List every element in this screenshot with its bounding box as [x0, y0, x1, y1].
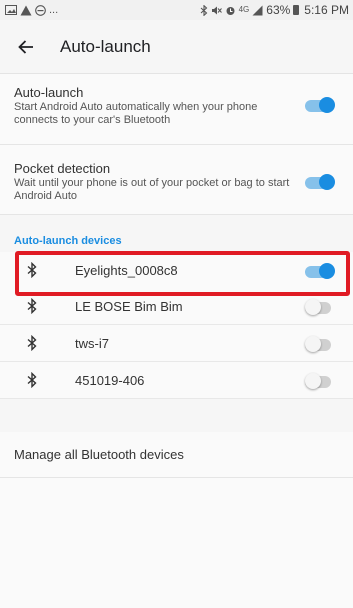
auto-launch-subtitle: Start Android Auto automatically when yo… [14, 101, 258, 126]
mute-icon [211, 6, 222, 14]
toggle-thumb [319, 174, 335, 190]
device-name: LE BOSE Bim Bim [75, 299, 183, 314]
status-time: 5:16 PM [304, 3, 349, 17]
page-title: Auto-launch [60, 36, 151, 56]
back-button[interactable] [0, 20, 52, 74]
gallery-icon [5, 5, 17, 15]
status-bar: ... 4G 63% 5:16 PM [0, 0, 353, 20]
device-name: tws-i7 [75, 336, 109, 351]
toggle-thumb [319, 263, 335, 279]
pocket-detection-title: Pocket detection [14, 161, 111, 176]
signal-icon [252, 5, 263, 15]
arrow-left-icon [18, 39, 33, 54]
device-toggle[interactable] [305, 299, 335, 315]
do-not-disturb-icon [35, 4, 46, 16]
device-name: Eyelights_0008c8 [75, 263, 178, 278]
empty-area [0, 478, 353, 608]
app-bar: Auto-launch [0, 20, 353, 74]
auto-launch-devices-header: Auto-launch devices [14, 235, 122, 247]
settings-content: Auto-launch Start Android Auto automatic… [0, 74, 353, 608]
toggle-thumb [305, 299, 321, 315]
device-row[interactable]: LE BOSE Bim Bim [0, 288, 353, 325]
auto-launch-setting[interactable]: Auto-launch Start Android Auto automatic… [0, 74, 353, 145]
device-toggle[interactable] [305, 263, 335, 279]
alarm-icon [226, 6, 235, 15]
toggle-thumb [305, 373, 321, 389]
device-row[interactable]: 451019-406 [0, 362, 353, 399]
pocket-detection-setting[interactable]: Pocket detection Wait until your phone i… [0, 145, 353, 215]
device-row[interactable]: tws-i7 [0, 325, 353, 362]
device-toggle[interactable] [305, 373, 335, 389]
pocket-detection-subtitle: Wait until your phone is out of your poc… [14, 177, 290, 202]
pocket-detection-toggle[interactable] [305, 174, 335, 190]
device-row[interactable]: Eyelights_0008c8 [0, 252, 353, 289]
manage-bluetooth-devices-label: Manage all Bluetooth devices [14, 447, 184, 462]
status-bar-left: ... [5, 3, 59, 16]
auto-launch-toggle[interactable] [305, 97, 335, 113]
bluetooth-icon [27, 262, 37, 278]
bluetooth-status-icon [200, 4, 207, 16]
status-bar-right: 4G 63% 5:16 PM [200, 3, 349, 17]
battery-percent: 63% [266, 3, 291, 17]
bluetooth-icon [27, 298, 37, 314]
network-type-label: 4G [238, 5, 250, 14]
device-toggle[interactable] [305, 336, 335, 352]
battery-icon [293, 5, 300, 15]
warning-icon [20, 5, 32, 15]
toggle-thumb [319, 97, 335, 113]
status-ellipsis: ... [49, 3, 59, 16]
toggle-thumb [305, 336, 321, 352]
device-name: 451019-406 [75, 373, 145, 388]
auto-launch-title: Auto-launch [14, 85, 84, 100]
bluetooth-icon [27, 335, 37, 351]
bluetooth-icon [27, 372, 37, 388]
manage-bluetooth-devices-link[interactable]: Manage all Bluetooth devices [0, 432, 353, 478]
